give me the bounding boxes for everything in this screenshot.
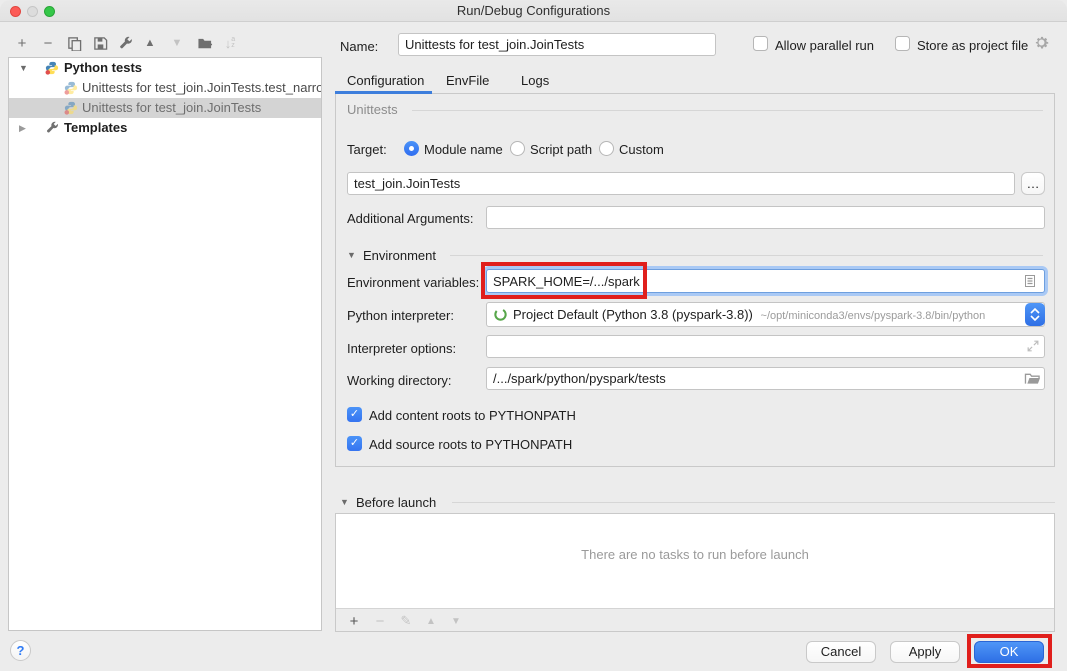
module-name-input[interactable]	[347, 172, 1015, 195]
expander-open-icon[interactable]: ▼	[19, 58, 31, 78]
environment-variables-label: Environment variables:	[347, 275, 479, 290]
store-as-project-file-checkbox[interactable]	[895, 36, 910, 51]
env-vars-browse-icon[interactable]	[1022, 273, 1038, 294]
tree-item-test-narrow[interactable]: Unittests for test_join.JoinTests.test_n…	[9, 78, 321, 98]
add-configuration-icon[interactable]: +	[12, 33, 32, 53]
python-interpreter-value: Project Default (Python 3.8 (pyspark-3.8…	[513, 307, 753, 322]
store-as-project-file-label: Store as project file	[917, 38, 1028, 53]
run-debug-configurations-dialog: Run/Debug Configurations + − ▲ ▼ ↓az ▼ P…	[0, 0, 1067, 671]
environment-separator	[450, 255, 1043, 256]
before-launch-toolbar: + − ✎ ▲ ▼	[336, 608, 1054, 631]
task-move-down-icon: ▼	[446, 611, 466, 631]
python-interpreter-select[interactable]: Project Default (Python 3.8 (pyspark-3.8…	[486, 302, 1045, 327]
radio-custom[interactable]	[599, 141, 614, 156]
unittests-group-label: Unittests	[343, 102, 402, 117]
expander-closed-icon[interactable]: ▶	[19, 118, 31, 138]
name-input[interactable]	[398, 33, 716, 56]
add-task-icon[interactable]: +	[344, 611, 364, 631]
before-launch-separator	[452, 502, 1055, 503]
edit-task-icon: ✎	[396, 611, 416, 631]
browse-module-button[interactable]: …	[1021, 172, 1045, 195]
tree-item-templates[interactable]: ▶ Templates	[9, 118, 321, 138]
templates-wrench-icon	[45, 121, 59, 135]
tree-item-label: Unittests for test_join.JoinTests	[82, 98, 261, 118]
tab-envfile[interactable]: EnvFile	[446, 73, 489, 88]
python-interpreter-label: Python interpreter:	[347, 308, 454, 323]
apply-button[interactable]: Apply	[890, 641, 960, 663]
radio-script-path-label: Script path	[530, 142, 592, 157]
radio-script-path[interactable]	[510, 141, 525, 156]
cancel-button[interactable]: Cancel	[806, 641, 876, 663]
ok-button[interactable]: OK	[974, 641, 1044, 663]
environment-collapse-icon[interactable]: ▼	[347, 250, 356, 260]
before-launch-tasks-list: There are no tasks to run before launch …	[335, 513, 1055, 632]
before-launch-label: Before launch	[356, 495, 436, 510]
before-launch-empty-text: There are no tasks to run before launch	[336, 547, 1054, 562]
target-label: Target:	[347, 142, 387, 157]
environment-variables-input[interactable]	[486, 269, 1045, 293]
allow-parallel-run-label: Allow parallel run	[775, 38, 874, 53]
radio-module-name[interactable]	[404, 141, 419, 156]
add-content-roots-label: Add content roots to PYTHONPATH	[369, 408, 576, 423]
interpreter-stepper-control[interactable]	[1025, 303, 1045, 326]
group-separator	[412, 110, 1043, 111]
titlebar: Run/Debug Configurations	[0, 0, 1067, 22]
copy-configuration-icon[interactable]	[64, 33, 84, 53]
tree-item-label: Unittests for test_join.JoinTests.test_n…	[82, 78, 321, 98]
working-directory-label: Working directory:	[347, 373, 452, 388]
expand-field-icon[interactable]	[1026, 339, 1040, 358]
environment-section-label: Environment	[363, 248, 436, 263]
working-directory-input[interactable]	[486, 367, 1045, 390]
interpreter-options-label: Interpreter options:	[347, 341, 456, 356]
python-interpreter-path: ~/opt/miniconda3/envs/pyspark-3.8/bin/py…	[761, 310, 986, 322]
settings-gear-icon[interactable]	[1033, 34, 1050, 56]
move-up-icon[interactable]: ▲	[140, 33, 160, 53]
active-tab-underline	[335, 91, 432, 94]
help-button[interactable]: ?	[10, 640, 31, 661]
name-label: Name:	[340, 39, 378, 54]
tab-configuration[interactable]: Configuration	[347, 73, 424, 88]
radio-custom-label: Custom	[619, 142, 664, 157]
allow-parallel-run-checkbox[interactable]	[753, 36, 768, 51]
move-down-icon: ▼	[167, 33, 187, 53]
tree-item-label: Templates	[64, 118, 127, 138]
edit-templates-icon[interactable]	[115, 33, 135, 53]
sort-configurations-icon: ↓az	[220, 33, 240, 53]
before-launch-collapse-icon[interactable]: ▼	[340, 497, 349, 507]
tree-item-python-tests[interactable]: ▼ Python tests	[9, 58, 321, 78]
additional-arguments-label: Additional Arguments:	[347, 211, 473, 226]
python-config-icon	[64, 101, 78, 115]
remove-task-icon: −	[370, 611, 390, 631]
tree-item-label: Python tests	[64, 58, 142, 78]
add-content-roots-checkbox[interactable]: ✓	[347, 407, 362, 422]
radio-module-name-label: Module name	[424, 142, 503, 157]
python-config-icon	[64, 81, 78, 95]
add-source-roots-checkbox[interactable]: ✓	[347, 436, 362, 451]
remove-configuration-icon[interactable]: −	[38, 33, 58, 53]
add-source-roots-label: Add source roots to PYTHONPATH	[369, 437, 572, 452]
save-configuration-icon[interactable]	[90, 33, 110, 53]
python-tests-icon	[45, 61, 59, 75]
interpreter-options-input[interactable]	[486, 335, 1045, 358]
conda-environment-icon	[493, 306, 508, 327]
window-title: Run/Debug Configurations	[0, 3, 1067, 18]
browse-folder-icon[interactable]	[1024, 371, 1041, 391]
additional-arguments-input[interactable]	[486, 206, 1045, 229]
task-move-up-icon: ▲	[421, 611, 441, 631]
new-folder-icon[interactable]	[195, 33, 215, 53]
tree-item-jointests-selected[interactable]: Unittests for test_join.JoinTests	[9, 98, 321, 118]
tab-logs[interactable]: Logs	[521, 73, 549, 88]
configurations-tree: ▼ Python tests Unittests for test_join.J…	[8, 57, 322, 631]
